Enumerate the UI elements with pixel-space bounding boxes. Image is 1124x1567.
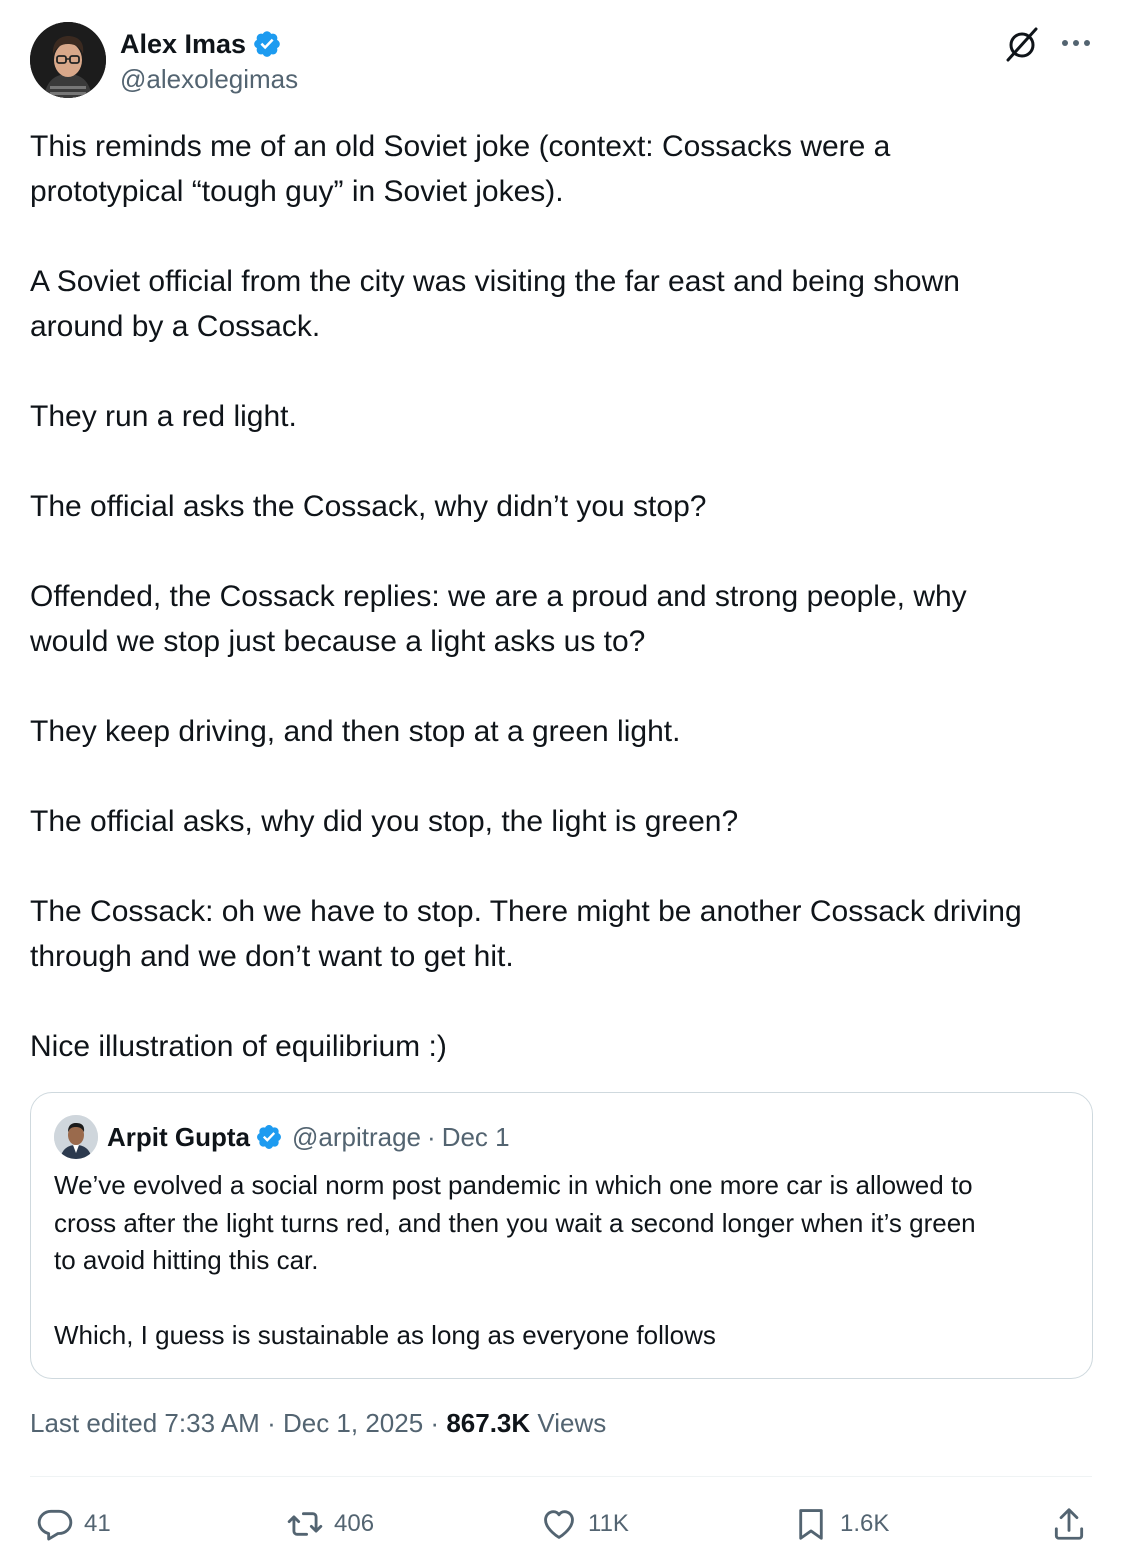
bookmark-icon <box>799 1509 823 1540</box>
more-icon[interactable] <box>1058 28 1094 58</box>
edited-timestamp[interactable]: Last edited 7:33 AM <box>30 1408 260 1438</box>
share-icon <box>1054 1508 1084 1540</box>
bookmark-count: 1.6K <box>840 1510 890 1537</box>
views-count[interactable]: 867.3K <box>446 1408 530 1438</box>
author-handle[interactable]: @alexolegimas <box>120 64 298 95</box>
share-button[interactable] <box>1050 1500 1088 1548</box>
tweet-meta: Last edited 7:33 AM · Dec 1, 2025 · 867.… <box>30 1408 606 1439</box>
quoted-tweet-body: We’ve evolved a social norm post pandemi… <box>54 1167 1069 1355</box>
quoted-tweet-header: Arpit Gupta @arpitrage · Dec 1 <box>54 1113 1069 1161</box>
quoted-tweet-paragraph: We’ve evolved a social norm post pandemi… <box>54 1170 976 1275</box>
tweet-paragraph: This reminds me of an old Soviet joke (c… <box>30 130 891 208</box>
tweet-paragraph: The official asks the Cossack, why didn’… <box>30 490 707 523</box>
author-name[interactable]: Alex Imas <box>120 29 246 60</box>
bookmark-button[interactable]: 1.6K <box>792 1500 889 1548</box>
tweet-paragraph: They keep driving, and then stop at a gr… <box>30 715 681 748</box>
repost-count: 406 <box>334 1510 375 1537</box>
tweet-paragraph: The official asks, why did you stop, the… <box>30 805 739 838</box>
tweet-header: Alex Imas @alexolegimas <box>30 22 1094 102</box>
quoted-tweet[interactable]: Arpit Gupta @arpitrage · Dec 1 We’ve evo… <box>30 1092 1093 1379</box>
quoted-author-name[interactable]: Arpit Gupta <box>107 1122 250 1153</box>
verified-badge-icon <box>257 1125 281 1149</box>
like-button[interactable]: 11K <box>540 1500 629 1548</box>
like-icon <box>544 1510 574 1539</box>
like-count: 11K <box>588 1510 629 1537</box>
tweet-paragraph: Offended, the Cossack replies: we are a … <box>30 580 967 658</box>
action-bar: 41 406 11K 1.6K <box>36 1500 1088 1550</box>
author-avatar[interactable] <box>30 22 106 98</box>
repost-icon <box>287 1512 323 1536</box>
author-info: Alex Imas @alexolegimas <box>120 26 298 95</box>
reply-icon <box>37 1509 73 1541</box>
quoted-tweet-date[interactable]: Dec 1 <box>442 1122 510 1153</box>
verified-badge-icon <box>254 31 280 57</box>
tweet-body: This reminds me of an old Soviet joke (c… <box>30 124 1084 1114</box>
tweet: Alex Imas @alexolegimas This reminds me … <box>0 0 1124 1567</box>
divider <box>30 1476 1092 1477</box>
separator-dot: · <box>427 1121 436 1152</box>
views-label: Views <box>537 1408 607 1438</box>
separator-dot: · <box>430 1408 440 1438</box>
separator-dot: · <box>267 1408 276 1438</box>
reply-button[interactable]: 41 <box>36 1500 111 1548</box>
reply-count: 41 <box>84 1510 111 1537</box>
grok-icon[interactable] <box>1002 24 1042 64</box>
tweet-paragraph: A Soviet official from the city was visi… <box>30 265 960 343</box>
tweet-date[interactable]: Dec 1, 2025 <box>283 1408 423 1438</box>
repost-button[interactable]: 406 <box>286 1500 374 1548</box>
quoted-author-avatar[interactable] <box>54 1115 98 1159</box>
tweet-paragraph: They run a red light. <box>30 400 297 433</box>
quoted-author-handle[interactable]: @arpitrage <box>292 1122 421 1153</box>
tweet-paragraph: Nice illustration of equilibrium :) <box>30 1030 447 1063</box>
tweet-paragraph: The Cossack: oh we have to stop. There m… <box>30 895 1022 973</box>
quoted-tweet-paragraph: Which, I guess is sustainable as long as… <box>54 1320 716 1350</box>
